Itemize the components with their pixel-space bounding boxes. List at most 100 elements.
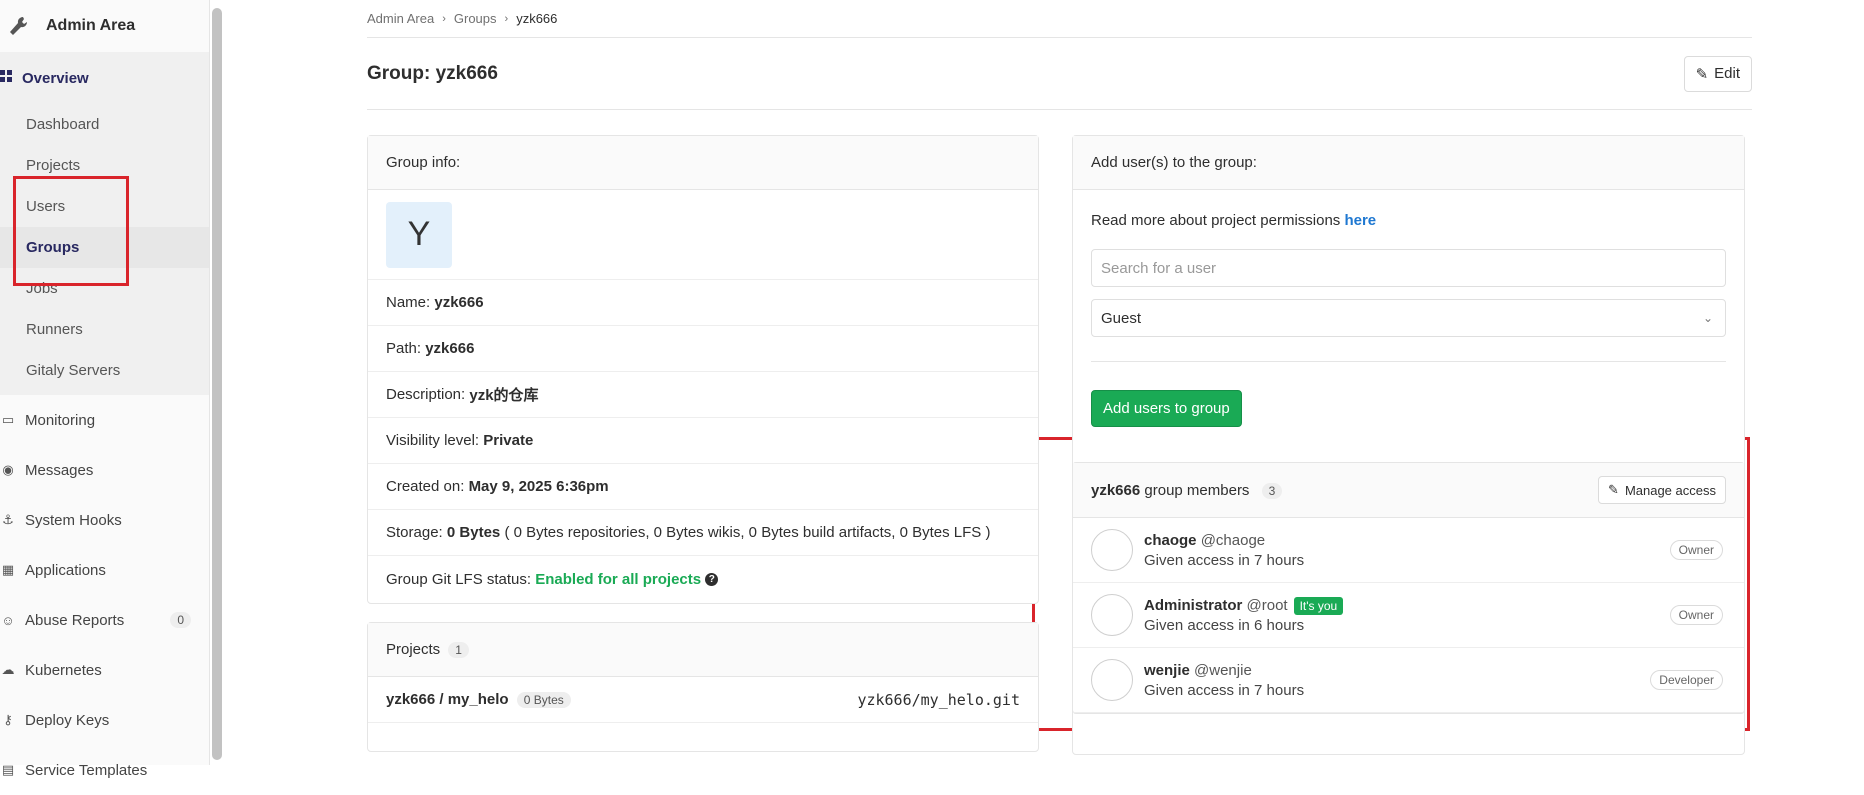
permissions-here-link[interactable]: here (1344, 212, 1376, 229)
add-users-panel: Add user(s) to the group: Read more abou… (1072, 135, 1745, 755)
sidebar-header[interactable]: Admin Area (0, 0, 209, 52)
projects-panel: Projects 1 yzk666 / my_helo 0 Bytes yzk6… (367, 622, 1039, 752)
sidebar-overview-label: Overview (22, 69, 89, 87)
broadcast-icon: ◉ (2, 462, 14, 477)
member-username: @wenjie (1194, 661, 1252, 679)
sidebar-item-messages[interactable]: ◉ Messages (0, 445, 209, 495)
edit-icon: ✎ (1695, 65, 1709, 83)
sidebar-item-monitoring[interactable]: ▭ Monitoring (0, 395, 209, 445)
lfs-label: Group Git LFS status: (386, 570, 532, 588)
member-row[interactable]: Administrator @root It's you Given access… (1073, 583, 1744, 648)
member-access-time: Given access in 7 hours (1144, 551, 1305, 569)
permissions-label: Read more about project permissions (1091, 212, 1341, 229)
description-label: Description: (386, 386, 466, 403)
member-name[interactable]: wenjie (1144, 662, 1190, 679)
member-name[interactable]: Administrator (1144, 597, 1242, 614)
avatar[interactable] (1091, 594, 1133, 636)
sidebar-item-label: Kubernetes (25, 661, 102, 679)
projects-title: Projects (386, 641, 441, 658)
group-description-value: yzk的仓库 (469, 387, 539, 404)
sidebar-item-label: Applications (25, 561, 106, 579)
avatar[interactable] (1091, 529, 1133, 571)
sidebar-item-label: System Hooks (25, 511, 122, 529)
member-access-time: Given access in 7 hours (1144, 681, 1305, 699)
sidebar-item-dashboard[interactable]: Dashboard (0, 104, 209, 145)
chevron-down-icon: ⌄ (1702, 311, 1713, 325)
avatar[interactable] (1091, 659, 1133, 701)
cloud-icon: ☁ (1, 662, 15, 677)
group-lfs-row: Group Git LFS status: Enabled for all pr… (368, 556, 1038, 602)
question-circle-icon[interactable]: ? (705, 572, 719, 586)
projects-count: 1 (448, 641, 469, 658)
group-storage-row: Storage: 0 Bytes ( 0 Bytes repositories,… (368, 510, 1038, 556)
breadcrumb: Admin Area › Groups › yzk666 (367, 0, 1752, 38)
member-row[interactable]: chaoge @chaoge Given access in 7 hours O… (1073, 518, 1744, 583)
access-level-value: Guest (1101, 309, 1142, 327)
group-members-panel: yzk666 group members 3 ✎ Manage access c… (1072, 462, 1745, 714)
member-access-time: Given access in 6 hours (1144, 616, 1305, 634)
permissions-text: Read more about project permissions here (1091, 212, 1376, 229)
lfs-status-value: Enabled for all projects (535, 570, 702, 588)
group-info-header: Group info: (368, 136, 1038, 190)
sidebar-item-overview[interactable]: Overview (0, 52, 209, 104)
role-badge: Owner (1669, 605, 1723, 625)
sidebar-item-service-templates[interactable]: ▤ Service Templates (0, 745, 209, 795)
group-avatar: Y (386, 201, 452, 268)
grid-icon (0, 69, 14, 87)
user-search-input[interactable]: Search for a user (1091, 249, 1726, 287)
members-count: 3 (1261, 482, 1283, 499)
sidebar-item-deploy-keys[interactable]: ⚷ Deploy Keys (0, 695, 209, 745)
members-group-name: yzk666 (1091, 481, 1141, 499)
grid-icon: ▦ (1, 562, 15, 577)
main-content: Admin Area › Groups › yzk666 Group: yzk6… (367, 0, 1752, 110)
edit-icon: ✎ (1608, 482, 1619, 497)
monitor-icon: ▭ (1, 412, 15, 427)
divider (1091, 361, 1726, 362)
manage-access-button[interactable]: ✎ Manage access (1598, 476, 1726, 504)
edit-button[interactable]: ✎ Edit (1683, 55, 1752, 92)
group-created-row: Created on: May 9, 2025 6:36pm (368, 464, 1038, 510)
member-username: @root (1246, 596, 1288, 614)
add-users-to-group-button[interactable]: Add users to group (1091, 390, 1242, 427)
members-label: group members (1144, 481, 1250, 499)
sidebar-item-system-hooks[interactable]: ⚓ System Hooks (0, 495, 209, 545)
member-row[interactable]: wenjie @wenjie Given access in 7 hours D… (1073, 648, 1744, 713)
sidebar-item-label: Monitoring (25, 411, 96, 429)
chevron-right-icon: › (442, 12, 446, 25)
group-visibility-value: Private (483, 432, 534, 449)
sidebar-item-runners[interactable]: Runners (0, 309, 209, 350)
breadcrumb-groups[interactable]: Groups (454, 11, 497, 26)
sidebar-item-abuse-reports[interactable]: ☺ Abuse Reports 0 (0, 595, 209, 645)
group-path-value: yzk666 (425, 340, 475, 357)
role-badge: Developer (1650, 670, 1723, 690)
report-icon: ☺ (1, 612, 15, 628)
key-icon: ⚷ (3, 712, 13, 727)
wrench-icon (8, 15, 30, 37)
sidebar-item-gitaly-servers[interactable]: Gitaly Servers (0, 350, 209, 391)
hook-icon: ⚓ (2, 512, 14, 527)
group-info-panel: Group info: Y Name: yzk666 Path: yzk666 … (367, 135, 1039, 604)
chevron-right-icon: › (504, 12, 509, 25)
breadcrumb-current[interactable]: yzk666 (516, 11, 557, 26)
sidebar-item-applications[interactable]: ▦ Applications (0, 545, 209, 595)
created-label: Created on: (386, 478, 465, 495)
annotation-box-users-groups (13, 176, 129, 286)
sidebar-item-kubernetes[interactable]: ☁ Kubernetes (0, 645, 209, 695)
admin-sidebar: Admin Area Overview Dashboard Projects U… (0, 0, 210, 779)
access-level-select[interactable]: Guest ⌄ (1091, 299, 1726, 337)
member-username: @chaoge (1200, 531, 1266, 549)
sidebar-scrollbar[interactable] (212, 8, 222, 760)
abuse-reports-count: 0 (170, 612, 191, 628)
project-name-link[interactable]: yzk666 / my_helo (386, 691, 509, 708)
member-name[interactable]: chaoge (1144, 532, 1197, 549)
add-users-header: Add user(s) to the group: (1073, 136, 1744, 190)
sidebar-item-label: Abuse Reports (25, 611, 125, 629)
edit-button-label: Edit (1714, 65, 1740, 82)
group-name-row: Name: yzk666 (368, 280, 1038, 326)
breadcrumb-admin-area[interactable]: Admin Area (367, 11, 434, 26)
role-badge: Owner (1669, 540, 1723, 560)
group-created-value: May 9, 2025 6:36pm (468, 478, 609, 495)
its-you-badge: It's you (1293, 596, 1344, 615)
project-row[interactable]: yzk666 / my_helo 0 Bytes yzk666/my_helo.… (368, 677, 1038, 723)
projects-header: Projects 1 (368, 623, 1038, 677)
